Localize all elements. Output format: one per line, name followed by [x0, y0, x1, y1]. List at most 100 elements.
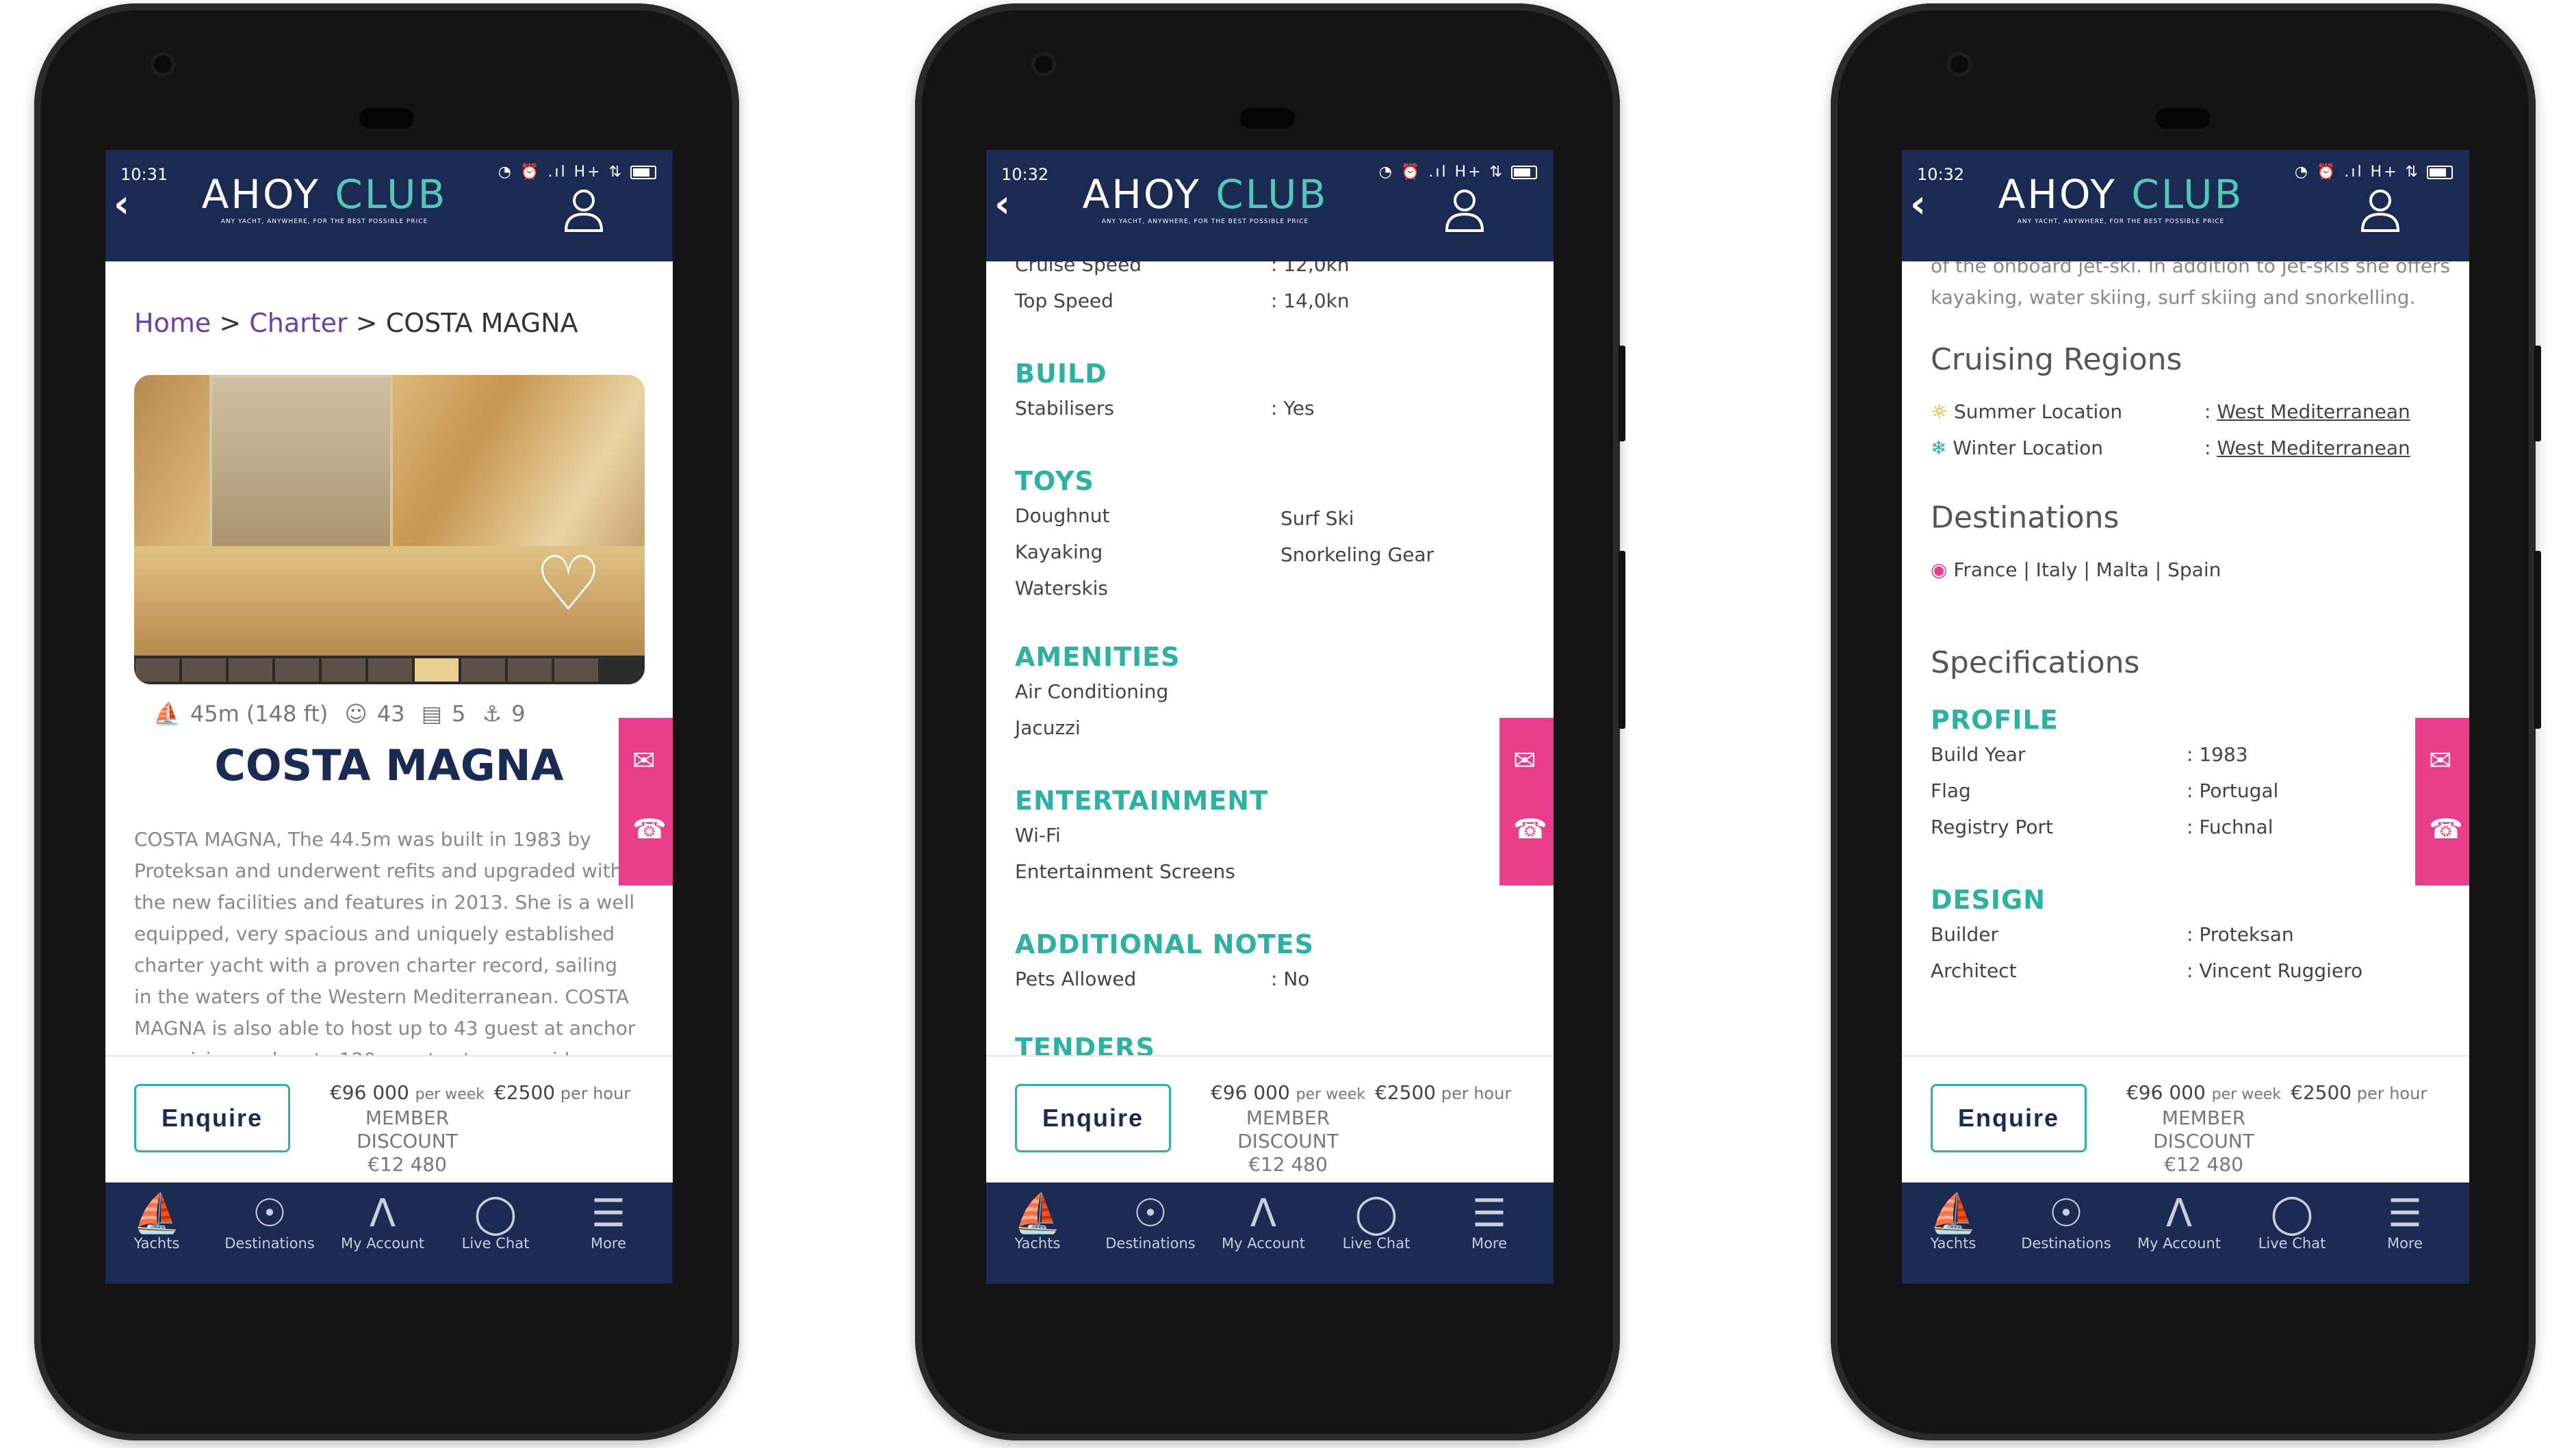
menu-icon: ☰: [2387, 1191, 2423, 1236]
side-button: [2534, 551, 2541, 729]
status-time: 10:32: [1917, 165, 1965, 184]
side-button: [2534, 346, 2541, 441]
section-heading: TOYS: [1015, 466, 1094, 496]
speaker: [359, 108, 414, 129]
back-button[interactable]: ‹: [994, 184, 1010, 225]
phone-icon[interactable]: ☎: [632, 814, 667, 845]
phone-icon[interactable]: ☎: [2429, 814, 2463, 845]
nav-account[interactable]: Λ My Account: [1212, 1193, 1315, 1252]
nav-chat[interactable]: ◯ Live Chat: [2241, 1193, 2343, 1252]
phone-icon[interactable]: ☎: [1513, 814, 1547, 845]
thumbnail-strip[interactable]: [134, 656, 645, 684]
yacht-guests: 43: [376, 701, 405, 727]
spec-row: Architect: Vincent Ruggiero: [1931, 959, 2363, 982]
crew-icon: ⚓: [482, 701, 502, 727]
screen-3: 10:32 ◔ ⏰ .ıl H+ ⇅ ‹ AHOY CLUB ANY YACHT…: [1902, 150, 2469, 1284]
enquire-button[interactable]: Enquire: [1015, 1084, 1171, 1152]
spec-row: Stabilisers: Yes: [1015, 397, 1315, 419]
battery-icon: [1511, 166, 1537, 179]
screen-2: 10:32 ◔ ⏰ .ıl H+ ⇅ ‹ AHOY CLUB ANY YACHT…: [986, 150, 1554, 1284]
description-line: kayaking, water skiing, surf skiing and …: [1931, 286, 2416, 309]
menu-icon: ☰: [1471, 1191, 1507, 1236]
back-button[interactable]: ‹: [1910, 184, 1926, 225]
yacht-cabins: 5: [452, 701, 466, 727]
pricing-bar: Enquire €96 000 per week MEMBER DISCOUNT €1…: [986, 1055, 1554, 1184]
camera: [1035, 55, 1053, 73]
ahoy-club-logo[interactable]: AHOY CLUB ANY YACHT, ANYWHERE, FOR THE B…: [1082, 173, 1328, 242]
mail-icon[interactable]: ✉: [1513, 745, 1536, 777]
screen-1: 10:31 ◔ ⏰ .ıl H+ ⇅ ‹ AHOY CLUB ANY YACHT…: [105, 150, 673, 1284]
photo-mirror: [209, 375, 393, 565]
nav-destinations[interactable]: ☉ Destinations: [2015, 1193, 2117, 1252]
section-heading: AMENITIES: [1015, 642, 1181, 672]
nav-more[interactable]: ☰ More: [1438, 1193, 1541, 1252]
winter-location-link[interactable]: West Mediterranean: [2217, 437, 2410, 459]
contact-side-tab: ✉ ☎: [619, 718, 673, 885]
enquire-button[interactable]: Enquire: [134, 1084, 290, 1152]
list-item: Jacuzzi: [1015, 716, 1081, 739]
user-icon[interactable]: [1444, 185, 1485, 233]
map-pin-icon: ◉: [1931, 558, 1948, 581]
nav-chat[interactable]: ◯ Live Chat: [1325, 1193, 1428, 1252]
camera: [1950, 55, 1968, 73]
nav-yachts[interactable]: ⛵ Yachts: [986, 1193, 1089, 1252]
weekly-price: €96 000 per week MEMBER DISCOUNT €12 480: [329, 1081, 485, 1176]
yacht-length: 45m (148 ft): [190, 701, 329, 727]
nav-account[interactable]: Λ My Account: [2128, 1193, 2230, 1252]
nav-destinations[interactable]: ☉ Destinations: [218, 1193, 321, 1252]
nav-yachts[interactable]: ⛵ Yachts: [105, 1193, 208, 1252]
pricing-bar: Enquire €96 000 per week MEMBER DISCOUNT €1…: [1902, 1055, 2469, 1184]
snowflake-icon: ❄: [1931, 437, 1947, 459]
side-button: [1619, 551, 1625, 729]
breadcrumb-home[interactable]: Home: [134, 308, 211, 338]
speaker: [2156, 108, 2211, 129]
spec-row: Build Year: 1983: [1931, 743, 2248, 766]
description-line: of the onboard jet-ski. In addition to j…: [1931, 261, 2451, 277]
user-icon[interactable]: [563, 185, 604, 233]
status-icons: ◔ ⏰ .ıl H+ ⇅: [498, 164, 656, 181]
battery-icon: [630, 166, 656, 179]
list-item: Wi-Fi: [1015, 824, 1061, 846]
nav-more[interactable]: ☰ More: [557, 1193, 660, 1252]
nav-destinations[interactable]: ☉ Destinations: [1099, 1193, 1202, 1252]
chat-icon: ◯: [2270, 1191, 2314, 1236]
side-button: [1619, 346, 1625, 441]
compass-icon: ☉: [2048, 1191, 2084, 1236]
nav-account[interactable]: Λ My Account: [331, 1193, 434, 1252]
toy-row: Waterskis: [1015, 577, 1108, 599]
camera: [154, 55, 172, 73]
ahoy-club-logo[interactable]: AHOY CLUB ANY YACHT, ANYWHERE, FOR THE B…: [201, 173, 448, 242]
yacht-icon: ⛵: [1929, 1191, 1977, 1236]
ahoy-club-logo[interactable]: AHOY CLUB ANY YACHT, ANYWHERE, FOR THE B…: [1998, 173, 2244, 242]
ahoy-a-icon: Λ: [1250, 1191, 1277, 1236]
back-button[interactable]: ‹: [114, 184, 129, 225]
enquire-button[interactable]: Enquire: [1931, 1084, 2087, 1152]
breadcrumb-charter[interactable]: Charter: [249, 308, 347, 338]
summer-location-link[interactable]: West Mediterranean: [2217, 400, 2410, 423]
status-time: 10:32: [1001, 165, 1049, 184]
mail-icon[interactable]: ✉: [632, 745, 656, 777]
favorite-heart-icon[interactable]: ♡: [534, 546, 602, 621]
spec-row: Pets Allowed: No: [1015, 968, 1310, 990]
app-header: 10:32 ◔ ⏰ .ıl H+ ⇅ ‹ AHOY CLUB ANY YACHT…: [1902, 150, 2469, 261]
yacht-specs-list: Cruise Speed: 12,0kn Top Speed: 14,0kn B…: [986, 261, 1554, 1055]
battery-icon: [2427, 166, 2453, 179]
nav-more[interactable]: ☰ More: [2354, 1193, 2456, 1252]
section-heading: PROFILE: [1931, 705, 2059, 735]
nav-chat[interactable]: ◯ Live Chat: [444, 1193, 547, 1252]
yacht-photo-gallery[interactable]: ♡: [134, 375, 645, 684]
section-heading: DESIGN: [1931, 885, 2046, 915]
section-heading: Cruising Regions: [1931, 342, 2182, 377]
toy-row: Doughnut Surf Ski: [1015, 504, 1354, 530]
compass-icon: ☉: [252, 1191, 287, 1236]
mail-icon[interactable]: ✉: [2429, 745, 2452, 777]
ahoy-a-icon: Λ: [2165, 1191, 2193, 1236]
app-header: 10:31 ◔ ⏰ .ıl H+ ⇅ ‹ AHOY CLUB ANY YACHT…: [105, 150, 673, 261]
nav-yachts[interactable]: ⛵ Yachts: [1902, 1193, 2005, 1252]
yacht-regions-specs: of the onboard jet-ski. In addition to j…: [1902, 261, 2469, 1055]
user-icon[interactable]: [2360, 185, 2401, 233]
breadcrumb: Home > Charter > COSTA MAGNA: [134, 308, 578, 338]
destinations-row: ◉ France | Italy | Malta | Spain: [1931, 558, 2221, 581]
list-item: Air Conditioning: [1015, 680, 1169, 703]
section-heading: ADDITIONAL NOTES: [1015, 929, 1315, 959]
